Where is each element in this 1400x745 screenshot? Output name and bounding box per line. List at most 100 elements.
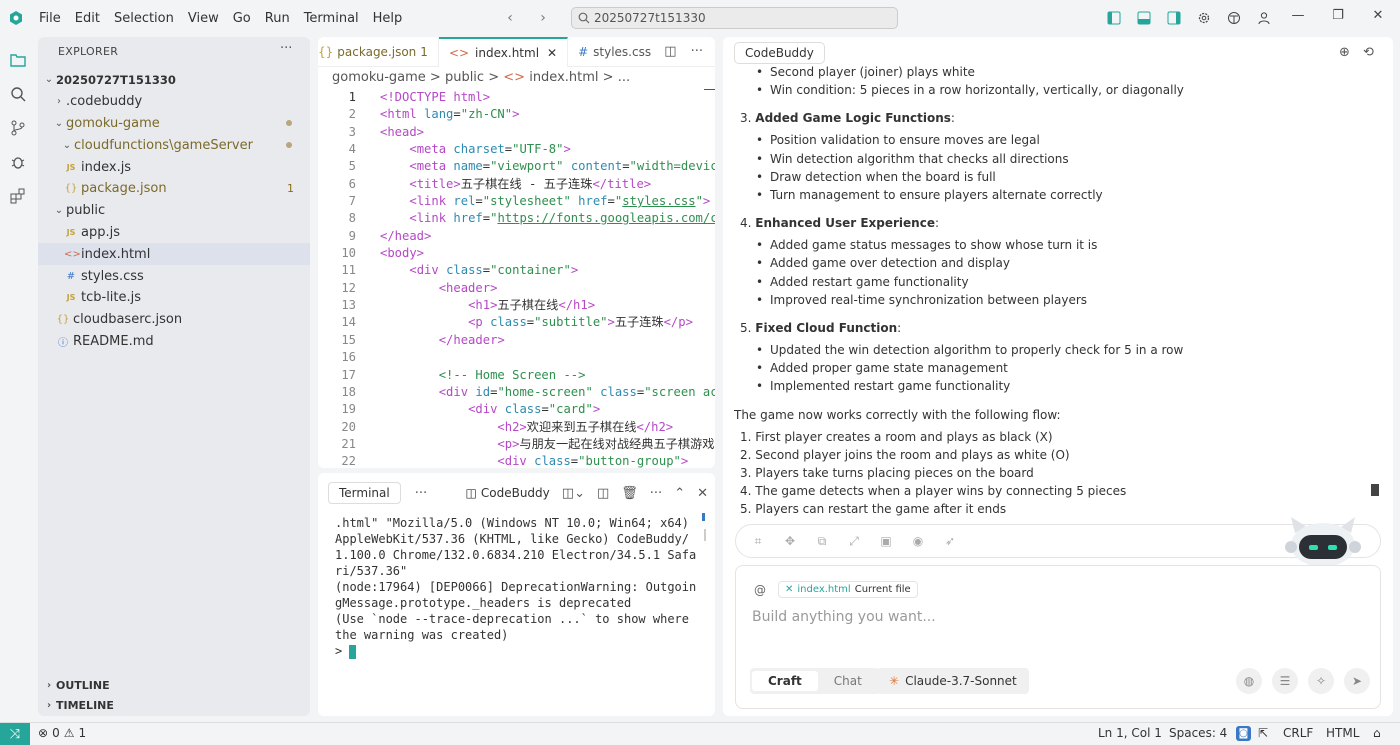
tree-item-cloudbaserc-json[interactable]: {} cloudbaserc.json — [38, 309, 310, 331]
preview-eye-icon[interactable]: ◉ — [908, 531, 928, 551]
terminal-instance[interactable]: ◫ CodeBuddy — [466, 486, 550, 500]
close-panel-icon[interactable]: ✕ — [697, 486, 708, 501]
tree-item-gomoku-game[interactable]: ⌄ gomoku-game — [38, 113, 310, 135]
palette-icon[interactable]: ◍ — [1236, 668, 1262, 694]
mode-craft[interactable]: Craft — [752, 671, 818, 691]
code-editor[interactable]: 1 <!DOCTYPE html> 2 <html lang="zh-CN"> 3 <… — [318, 89, 715, 468]
tree-item-index-html[interactable]: <> index.html — [38, 243, 310, 266]
debug-icon[interactable] — [8, 152, 28, 172]
gear-icon[interactable] — [1194, 8, 1214, 28]
terminal-scrollbar[interactable] — [704, 529, 706, 541]
new-chat-icon[interactable]: ⊕ — [1339, 45, 1350, 60]
more-actions-icon[interactable]: ··· — [691, 44, 703, 59]
menu-file[interactable]: File — [32, 11, 68, 26]
maximize-panel-icon[interactable]: ⌃ — [674, 486, 685, 501]
deploy-rocket-icon[interactable]: ➶ — [940, 531, 960, 551]
tree-item-styles-css[interactable]: # styles.css — [38, 265, 310, 287]
send-icon[interactable]: ➤ — [1344, 668, 1370, 694]
toggle-primary-sidebar-icon[interactable] — [1104, 8, 1124, 28]
line-ending[interactable]: CRLF — [1283, 726, 1313, 740]
codebuddy-status-icon[interactable]: ◙ — [1236, 726, 1251, 741]
outline-section[interactable]: › OUTLINE — [38, 675, 310, 695]
notifications-icon[interactable]: ⌂ — [1373, 726, 1381, 740]
tab-styles-css[interactable]: # styles.css — [568, 37, 661, 67]
menu-run[interactable]: Run — [258, 11, 297, 26]
extensions-icon[interactable] — [8, 186, 28, 206]
cursor-position[interactable]: Ln 1, Col 1 — [1098, 726, 1162, 740]
list-item: 1. First player creates a room and plays… — [740, 429, 1053, 444]
window-controls: — ❐ ✕ — [1278, 4, 1398, 26]
timeline-section[interactable]: › TIMELINE — [38, 695, 310, 715]
tree-item-tcb-lite-js[interactable]: JS tcb-lite.js — [38, 287, 310, 309]
terminal-output[interactable]: .html" "Mozilla/5.0 (Windows NT 10.0; Wi… — [335, 515, 701, 659]
remote-icon[interactable]: ⤨ — [0, 723, 30, 745]
menu-help[interactable]: Help — [366, 11, 410, 26]
account-icon[interactable] — [1254, 8, 1274, 28]
blocks-icon[interactable]: ⧉ — [812, 531, 832, 551]
breadcrumb-public[interactable]: public — [445, 70, 484, 85]
split-terminal-icon[interactable]: ◫⌄ — [562, 486, 585, 501]
problems-indicator[interactable]: ⊗ 0 ⚠ 1 — [38, 726, 86, 740]
forward-icon[interactable]: › — [533, 8, 553, 28]
chat-scrollbar[interactable] — [1371, 484, 1379, 496]
more-actions-icon[interactable]: ··· — [415, 486, 427, 501]
integration-icon[interactable]: ⤢ — [844, 531, 864, 551]
source-control-icon[interactable] — [8, 118, 28, 138]
explorer-icon[interactable] — [8, 50, 28, 70]
format-icon[interactable]: ⇱ — [1258, 726, 1268, 740]
menu-edit[interactable]: Edit — [68, 11, 107, 26]
list-item: Improved real-time synchronization betwe… — [756, 291, 1374, 309]
image-icon[interactable]: ▣ — [876, 531, 896, 551]
breadcrumb-file[interactable]: index.html — [529, 70, 598, 85]
tab-index-html[interactable]: <> index.html ✕ — [438, 37, 569, 67]
input-actions: ◍ ☰ ✧ ➤ — [1236, 668, 1370, 694]
tree-item-readme[interactable]: ⓘ README.md — [38, 331, 310, 353]
more-actions-icon[interactable]: ··· — [650, 486, 662, 501]
toggle-panel-icon[interactable] — [1134, 8, 1154, 28]
command-center-search[interactable]: 20250727t151330 — [571, 7, 898, 29]
maximize-icon[interactable]: ❐ — [1318, 4, 1358, 26]
mode-chat[interactable]: Chat — [818, 671, 878, 691]
list: Second player (joiner) plays white Win c… — [734, 63, 1374, 100]
terminal-toolbar: Terminal ··· ◫ CodeBuddy ◫⌄ ◫ 🗑 ··· ⌃ ✕ — [328, 481, 708, 505]
history-icon[interactable]: ⟲ — [1363, 45, 1374, 60]
more-actions-icon[interactable]: ··· — [280, 41, 292, 56]
close-icon[interactable]: ✕ — [785, 584, 793, 595]
context-file-chip[interactable]: ✕ index.html Current file — [778, 581, 918, 598]
panel-layout-icon[interactable]: ◫ — [597, 486, 609, 501]
tab-codebuddy[interactable]: CodeBuddy — [734, 42, 825, 64]
tree-root[interactable]: ⌄ 20250727T151330 — [38, 69, 310, 91]
menu-view[interactable]: View — [181, 11, 226, 26]
search-view-icon[interactable] — [8, 84, 28, 104]
component-icon[interactable]: ✥ — [780, 531, 800, 551]
list-item: Turn management to ensure players altern… — [756, 186, 1374, 204]
mention-button[interactable]: @ — [754, 583, 766, 597]
tab-terminal[interactable]: Terminal — [328, 482, 401, 504]
menu-terminal[interactable]: Terminal — [297, 11, 366, 26]
toggle-secondary-sidebar-icon[interactable] — [1164, 8, 1184, 28]
tree-item-package-json[interactable]: {} package.json 1 — [38, 178, 310, 200]
trash-icon[interactable]: 🗑 — [621, 486, 638, 501]
back-icon[interactable]: ‹ — [500, 8, 520, 28]
tree-item-app-js[interactable]: JS app.js — [38, 222, 310, 244]
tree-item-public[interactable]: ⌄ public — [38, 200, 310, 222]
split-editor-icon[interactable]: ◫ — [664, 44, 676, 59]
tab-package-json[interactable]: {} package.json 1 — [318, 37, 439, 67]
close-icon[interactable]: ✕ — [547, 46, 557, 60]
model-selector[interactable]: ✳ Claude-3.7-Sonnet — [877, 668, 1029, 694]
tree-item-index-js[interactable]: JS index.js — [38, 156, 310, 178]
language-mode[interactable]: HTML — [1326, 726, 1359, 740]
shield-icon[interactable] — [1224, 8, 1244, 28]
indentation[interactable]: Spaces: 4 — [1169, 726, 1227, 740]
menu-selection[interactable]: Selection — [107, 11, 181, 26]
breadcrumb-folder[interactable]: gomoku-game — [332, 70, 426, 85]
sparkle-icon[interactable]: ✧ — [1308, 668, 1334, 694]
tree-item-cloudfunctions[interactable]: ⌄ cloudfunctions\gameServer — [38, 134, 310, 156]
close-window-icon[interactable]: ✕ — [1358, 4, 1398, 26]
minimize-icon[interactable]: — — [1278, 4, 1318, 26]
menu-go[interactable]: Go — [226, 11, 258, 26]
chat-input[interactable]: Build anything you want... — [752, 609, 936, 625]
figma-icon[interactable]: ⌗ — [748, 531, 768, 551]
tree-item-codebuddy[interactable]: › .codebuddy — [38, 91, 310, 113]
list-icon[interactable]: ☰ — [1272, 668, 1298, 694]
